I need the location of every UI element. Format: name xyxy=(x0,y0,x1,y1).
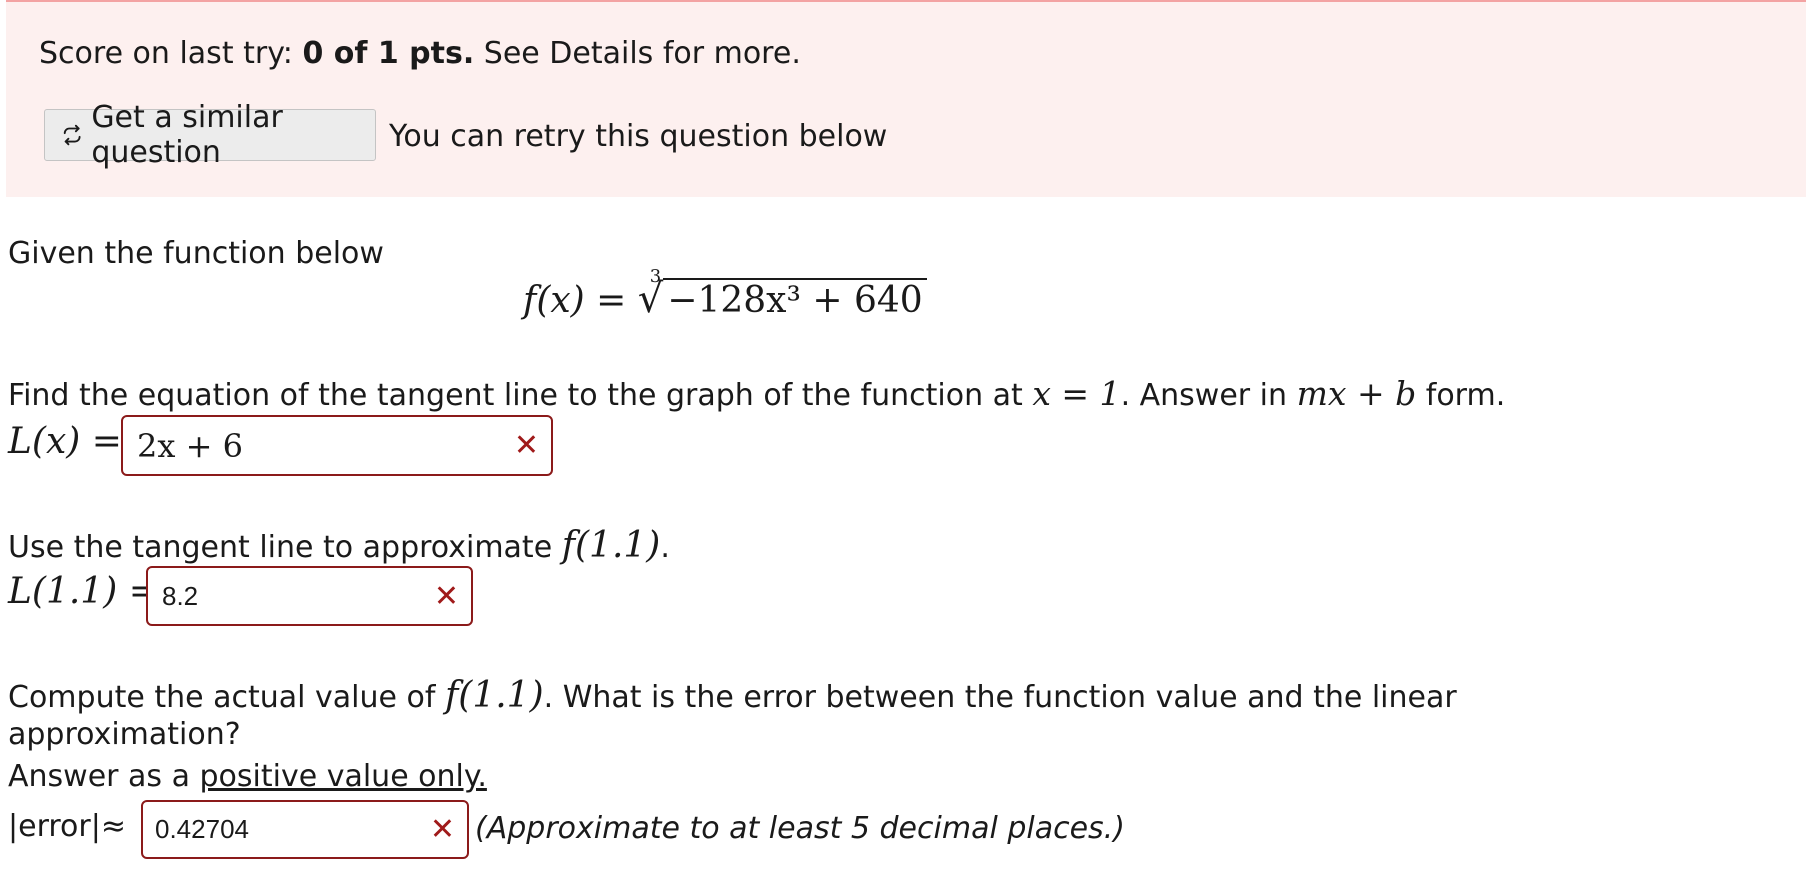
approximation-answer-value: 8.2 xyxy=(162,580,199,611)
part2-prompt: Use the tangent line to approximate f(1.… xyxy=(8,525,670,566)
part1-prompt-text: Find the equation of the tangent line to… xyxy=(8,378,1033,413)
part1-prompt-math: x = 1 xyxy=(1032,374,1121,413)
part2-prompt-text-b: . xyxy=(660,530,670,565)
part3-prompt: Compute the actual value of f(1.1). What… xyxy=(8,675,1457,716)
cube-root: 3 √ −128x³ + 640 xyxy=(638,266,927,322)
part2-lhs: L(1.1) = xyxy=(8,571,159,612)
incorrect-x-icon: ✕ xyxy=(429,812,455,847)
function-lhs: f(x) = xyxy=(523,280,627,321)
part3-prompt-line2: approximation? xyxy=(8,717,241,752)
tangent-line-answer-value: 2x + 6 xyxy=(137,426,243,465)
root-index: 3 xyxy=(649,266,662,287)
function-formula: f(x) = 3 √ −128x³ + 640 xyxy=(523,266,927,322)
retry-note: You can retry this question below xyxy=(389,119,888,154)
part2-prompt-math: f(1.1) xyxy=(561,525,661,566)
part3-instruction-text: Answer as a xyxy=(8,759,200,794)
part3-prompt-text: Compute the actual value of xyxy=(8,680,445,715)
radicand: −128x³ + 640 xyxy=(663,278,927,321)
part3-prompt-math: f(1.1) xyxy=(444,675,544,716)
score-prefix: Score on last try: xyxy=(39,36,303,71)
tangent-line-answer-input[interactable]: 2x + 6 ✕ xyxy=(121,415,553,476)
part1-prompt-text-c: form. xyxy=(1416,378,1506,413)
decimal-places-hint: (Approximate to at least 5 decimal place… xyxy=(475,811,1125,846)
positive-value-note: positive value only. xyxy=(199,759,487,794)
get-similar-question-label: Get a similar question xyxy=(91,100,283,170)
part1-prompt-text-b: . Answer in xyxy=(1120,378,1297,413)
retry-icon xyxy=(63,124,81,146)
part3-instruction: Answer as a positive value only. xyxy=(8,759,487,794)
part1-prompt: Find the equation of the tangent line to… xyxy=(8,374,1505,413)
part2-prompt-text: Use the tangent line to approximate xyxy=(8,530,562,565)
incorrect-x-icon: ✕ xyxy=(433,578,459,614)
part1-lhs: L(x) = xyxy=(8,421,122,462)
part3-lhs: |error|≈ xyxy=(8,809,126,844)
score-suffix: See Details for more. xyxy=(474,36,801,71)
score-banner: Score on last try: 0 of 1 pts. See Detai… xyxy=(6,0,1806,197)
get-similar-question-button[interactable]: Get a similar question xyxy=(44,100,376,170)
error-answer-input[interactable]: 0.42704 ✕ xyxy=(141,800,469,859)
score-value: 0 of 1 pts. xyxy=(302,36,475,71)
error-answer-value: 0.42704 xyxy=(155,814,249,844)
score-summary: Score on last try: 0 of 1 pts. See Detai… xyxy=(39,36,801,71)
part3-prompt-text-b: . What is the error between the function… xyxy=(543,680,1457,715)
approximation-answer-input[interactable]: 8.2 ✕ xyxy=(146,566,473,626)
question-intro: Given the function below xyxy=(8,236,384,271)
part1-prompt-form: mx + b xyxy=(1296,374,1417,413)
incorrect-x-icon: ✕ xyxy=(513,428,539,463)
